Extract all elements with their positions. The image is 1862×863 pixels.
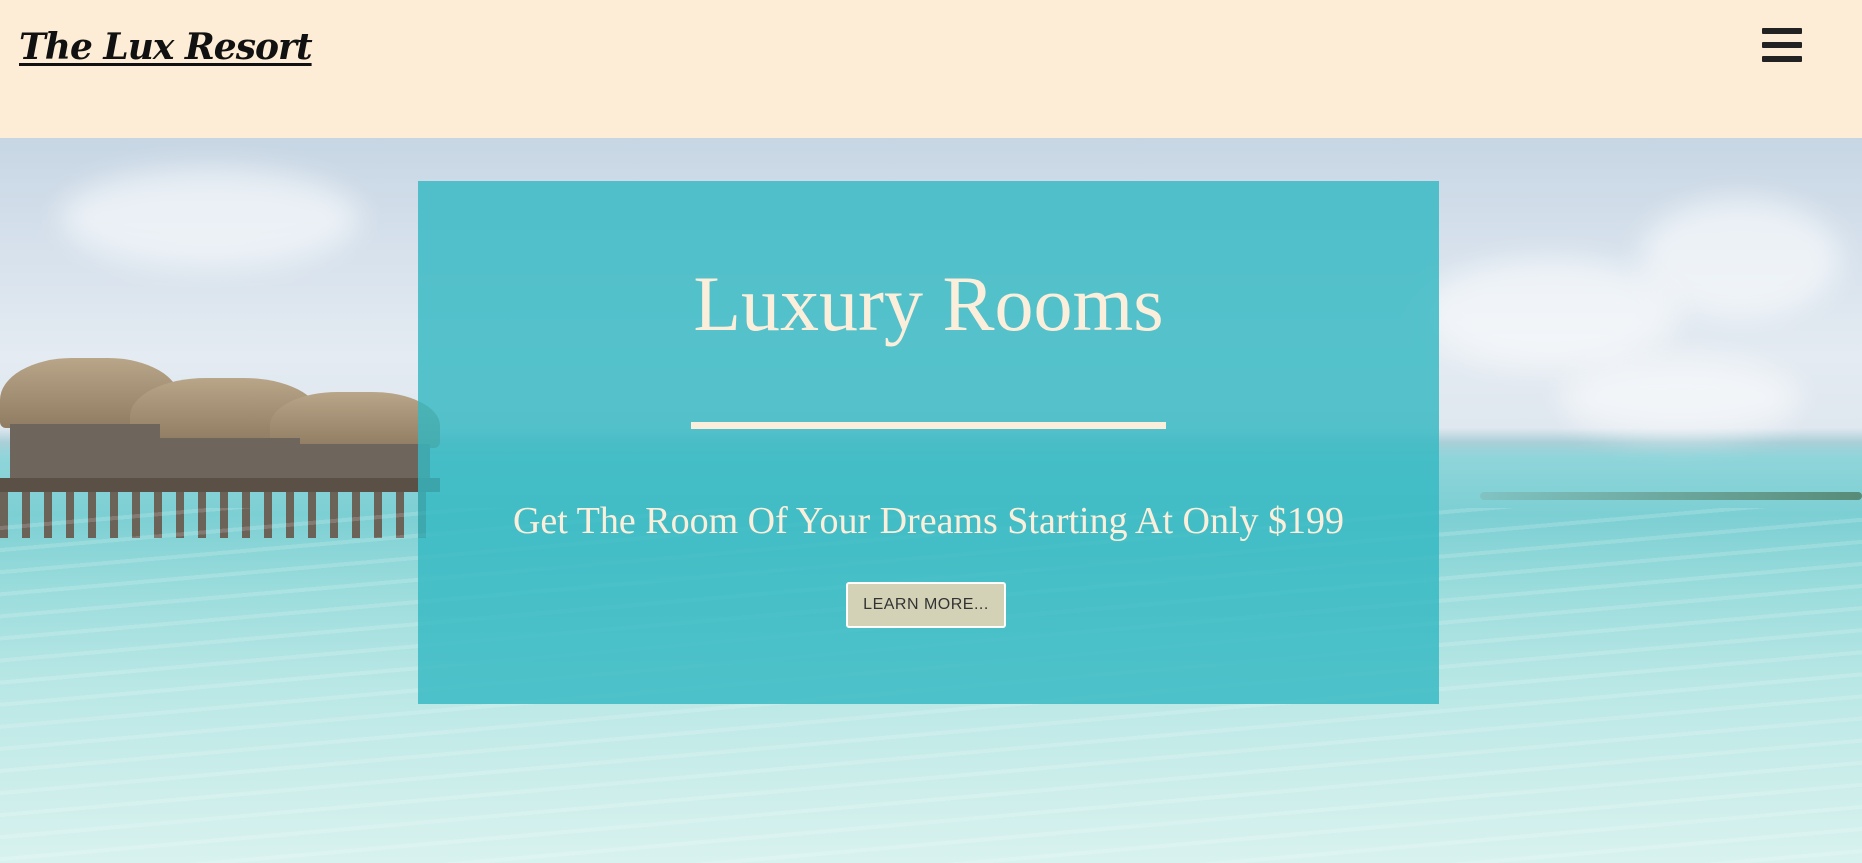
cloud-shape (1560, 358, 1800, 438)
learn-more-button[interactable]: LEARN MORE... (846, 582, 1006, 628)
menu-bar-top (1762, 28, 1802, 34)
cloud-shape (1420, 258, 1680, 368)
hero-divider (691, 422, 1166, 429)
site-logo-link[interactable]: The Lux Resort (19, 26, 313, 68)
menu-bar-bottom (1762, 56, 1802, 62)
bungalow-wall (10, 424, 160, 480)
horizon-island (1480, 492, 1862, 500)
hero-overlay-card: Luxury Rooms Get The Room Of Your Dreams… (418, 181, 1439, 704)
menu-bar-middle (1762, 42, 1802, 48)
hero-subtitle: Get The Room Of Your Dreams Starting At … (512, 500, 1345, 542)
hero-title: Luxury Rooms (693, 260, 1164, 347)
hamburger-menu-icon[interactable] (1762, 26, 1802, 64)
bungalow-wall (150, 438, 300, 480)
bungalow-wall (290, 444, 430, 480)
cloud-shape (60, 168, 360, 268)
site-header: The Lux Resort (0, 0, 1862, 138)
bungalow-deck (0, 478, 440, 492)
